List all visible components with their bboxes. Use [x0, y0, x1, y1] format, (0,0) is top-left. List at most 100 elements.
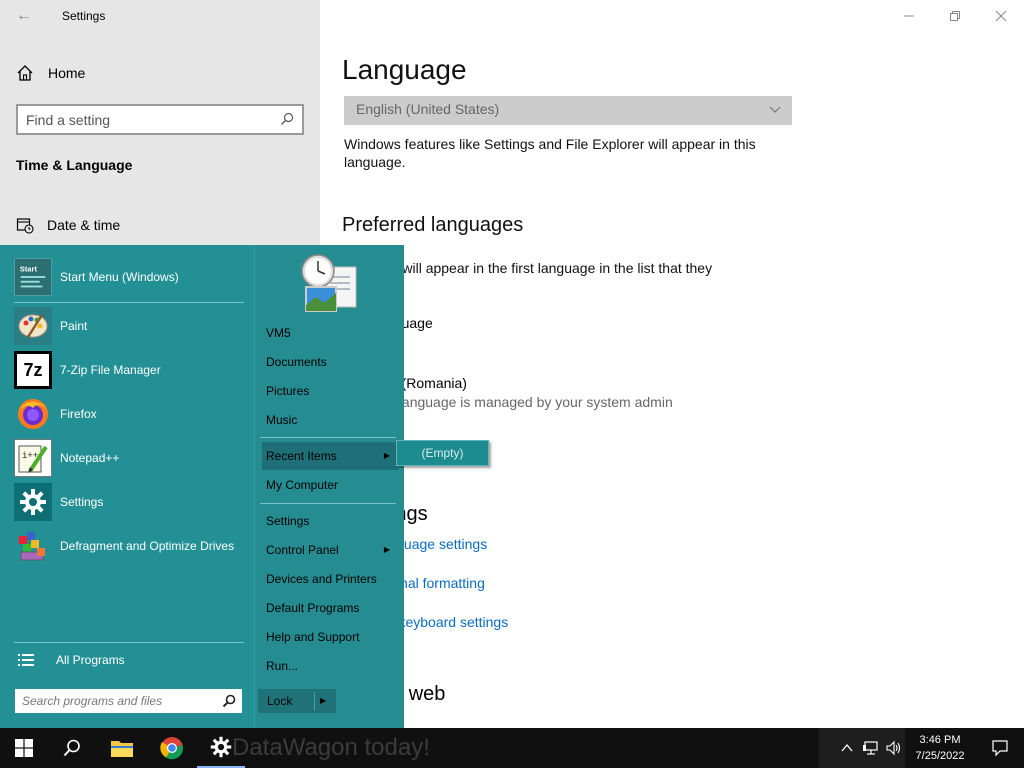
clock[interactable]: 3:46 PM 7/25/2022: [905, 732, 975, 764]
program-label: 7-Zip File Manager: [60, 362, 161, 377]
program-label: Settings: [60, 494, 104, 509]
places-recent-items[interactable]: Recent Items ▶: [262, 442, 398, 470]
folder-icon: [111, 741, 133, 757]
dropdown-value: English (United States): [356, 101, 500, 117]
lock-button[interactable]: Lock ▶: [258, 689, 336, 713]
home-icon: [17, 65, 33, 81]
close-button[interactable]: [978, 0, 1024, 32]
lock-label: Lock: [267, 694, 293, 708]
recent-items-label: Recent Items: [266, 449, 337, 463]
calendar-clock-icon: [16, 218, 34, 234]
sidebar-item-label: Home: [48, 65, 86, 81]
divider: [14, 642, 244, 643]
firefox-icon: [14, 395, 52, 433]
start-button[interactable]: [0, 728, 48, 768]
taskbar-chrome[interactable]: [148, 728, 196, 768]
chrome-icon: [160, 737, 184, 760]
find-setting-field[interactable]: [16, 104, 304, 135]
program-7zip[interactable]: 7z 7-Zip File Manager: [14, 351, 244, 389]
paint-icon: [14, 307, 52, 345]
places-documents[interactable]: Documents: [262, 348, 398, 376]
taskbar: 3:46 PM 7/25/2022: [0, 728, 1024, 768]
places-help-support[interactable]: Help and Support: [262, 623, 398, 651]
divider: [14, 302, 244, 303]
places-vm5[interactable]: VM5: [262, 319, 398, 347]
gear-icon: [210, 736, 232, 758]
back-arrow-icon[interactable]: ←: [14, 6, 34, 26]
start-menu-programs-pane: Start Start Menu (Windows) Paint 7z 7-Zi…: [0, 245, 254, 728]
gear-icon: [14, 483, 52, 521]
program-notepadpp[interactable]: i++ Notepad++: [14, 439, 244, 477]
restore-icon: [950, 11, 960, 21]
program-settings[interactable]: Settings: [14, 483, 244, 521]
sidebar-item-label: Date & time: [47, 217, 121, 233]
recent-items-flyout-empty: (Empty): [396, 440, 489, 466]
display-language-dropdown[interactable]: English (United States): [344, 96, 792, 125]
search-programs-input[interactable]: [22, 692, 212, 710]
program-defrag[interactable]: Defragment and Optimize Drives: [14, 527, 244, 565]
all-programs-button[interactable]: All Programs: [18, 649, 125, 671]
program-label: Start Menu (Windows): [60, 269, 179, 284]
start-menu-icon: Start: [14, 258, 52, 296]
places-my-computer[interactable]: My Computer: [262, 471, 398, 499]
minimize-button[interactable]: [886, 0, 932, 32]
notepadpp-icon: i++: [14, 439, 52, 477]
program-start-menu[interactable]: Start Start Menu (Windows): [14, 258, 244, 296]
volume-icon[interactable]: [885, 739, 903, 757]
places-settings[interactable]: Settings: [262, 507, 398, 535]
app-title: Settings: [62, 9, 106, 23]
places-default-programs[interactable]: Default Programs: [262, 594, 398, 622]
close-icon: [995, 10, 1007, 22]
minimize-icon: [904, 15, 914, 17]
section-title: Time & Language: [16, 157, 133, 173]
chevron-right-icon: ▶: [383, 451, 390, 460]
all-programs-label: All Programs: [56, 653, 125, 667]
places-control-panel[interactable]: Control Panel ▶: [262, 536, 398, 564]
network-icon[interactable]: [862, 739, 880, 757]
taskbar-ghost-text: DataWagon today!: [232, 734, 430, 761]
program-label: Firefox: [60, 406, 97, 421]
notification-icon: [992, 740, 1008, 757]
search-icon: [63, 739, 80, 757]
clock-date: 7/25/2022: [915, 750, 965, 762]
chevron-down-icon: [769, 106, 781, 113]
search-icon: [281, 112, 294, 125]
program-paint[interactable]: Paint: [14, 307, 244, 345]
sidebar-item-date-time[interactable]: Date & time: [16, 214, 120, 236]
program-label: Paint: [60, 318, 88, 333]
chevron-up-icon[interactable]: [840, 741, 854, 755]
user-picture-clock-icon[interactable]: [298, 253, 360, 315]
settings-content: Language English (United States) Windows…: [320, 0, 1024, 728]
sidebar-item-home[interactable]: Home: [16, 62, 85, 84]
divider: [260, 437, 396, 438]
chevron-right-icon: ▶: [383, 545, 390, 554]
places-music[interactable]: Music: [262, 406, 398, 434]
program-firefox[interactable]: Firefox: [14, 395, 244, 433]
list-icon: [18, 654, 34, 666]
divider: [314, 692, 315, 710]
search-icon[interactable]: [222, 694, 236, 708]
chevron-right-icon[interactable]: ▶: [320, 689, 326, 713]
find-setting-input[interactable]: [26, 110, 266, 130]
clock-time: 3:46 PM: [919, 734, 961, 746]
taskbar-file-explorer[interactable]: [98, 728, 146, 768]
page-title: Language: [342, 54, 467, 85]
places-pictures[interactable]: Pictures: [262, 377, 398, 405]
system-tray: [819, 728, 905, 768]
program-label: Defragment and Optimize Drives: [60, 538, 235, 553]
window-controls: [886, 0, 1024, 32]
start-tile-text: Start: [20, 264, 38, 273]
preferred-languages-heading: Preferred languages: [342, 214, 524, 236]
action-center-button[interactable]: [976, 728, 1024, 768]
taskbar-search-button[interactable]: [48, 728, 96, 768]
places-devices-printers[interactable]: Devices and Printers: [262, 565, 398, 593]
divider: [260, 503, 396, 504]
restore-button[interactable]: [932, 0, 978, 32]
display-language-description: Windows features like Settings and File …: [344, 136, 756, 170]
places-run[interactable]: Run...: [262, 652, 398, 680]
windows-logo-icon: [15, 739, 33, 757]
program-label: Notepad++: [60, 450, 120, 465]
defrag-icon: [14, 527, 52, 565]
search-programs-field[interactable]: [15, 689, 242, 713]
control-panel-label: Control Panel: [266, 543, 339, 557]
